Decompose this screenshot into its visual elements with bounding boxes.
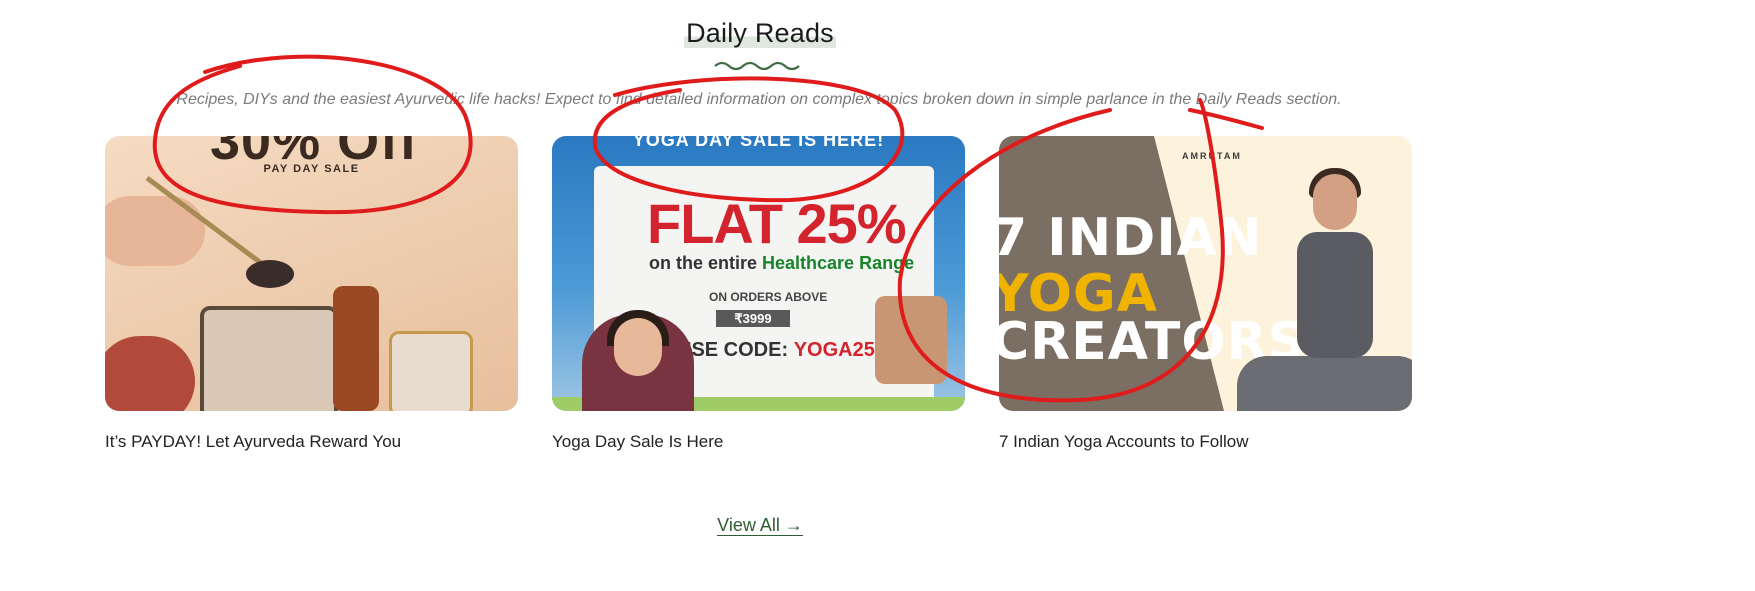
annotation-circle-1: [152, 54, 473, 215]
annotation-stroke: [1188, 108, 1264, 130]
annotation-circle-3: [897, 98, 1225, 403]
annotation-circle-2: [592, 76, 905, 203]
annotation-marks: [152, 54, 1264, 403]
